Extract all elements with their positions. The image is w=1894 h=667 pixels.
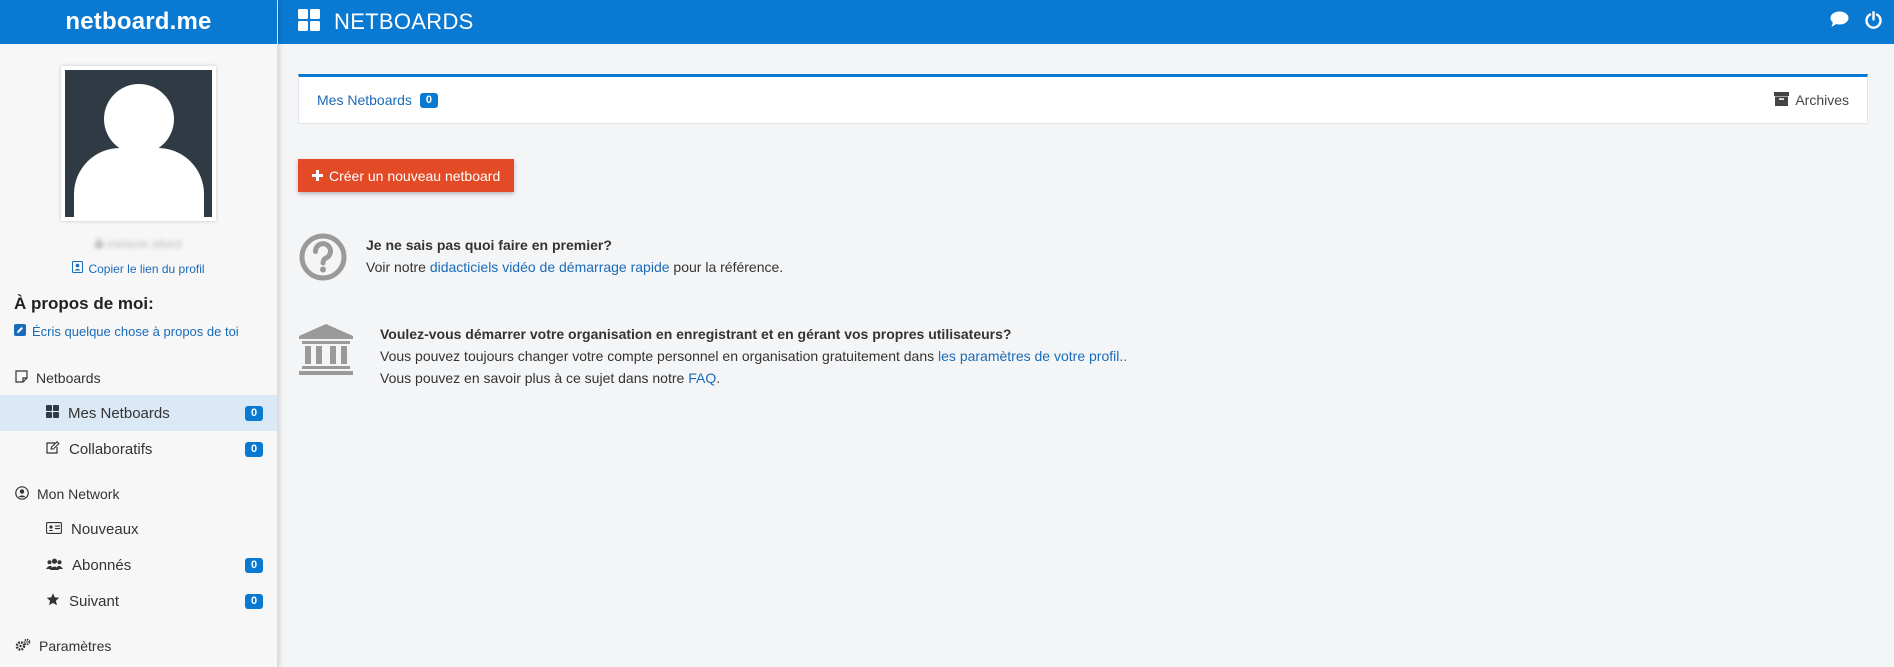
top-bar: NETBOARDS — [278, 0, 1894, 44]
sidebar-item-label: Suivant — [69, 592, 120, 610]
profile-settings-link[interactable]: les paramètres de votre profil.. — [938, 348, 1127, 364]
sidebar-item-label: Nouveaux — [71, 520, 139, 538]
sidebar-item-nouveaux[interactable]: Nouveaux — [0, 511, 277, 547]
nav-section-mon-network[interactable]: Mon Network — [0, 477, 277, 511]
faq-link[interactable]: FAQ — [688, 370, 716, 386]
tutorials-link[interactable]: didacticiels vidéo de démarrage rapide — [430, 259, 670, 275]
board-icon — [15, 370, 28, 386]
about-write-link[interactable]: Écris quelque chose à propos de toi — [14, 324, 277, 339]
gears-icon — [15, 638, 31, 655]
main-content: Mes Netboards 0 Archives Créer un nouvea… — [298, 74, 1868, 389]
user-circle-icon — [15, 485, 29, 503]
count-badge: 0 — [245, 441, 263, 457]
question-circle-icon — [298, 232, 348, 287]
page-title: NETBOARDS — [334, 9, 474, 34]
org-question: Voulez-vous démarrer votre organisation … — [380, 326, 1012, 342]
organization-block: Voulez-vous démarrer votre organisation … — [298, 321, 1868, 389]
star-icon — [46, 592, 60, 610]
sidebar-item-label: Abonnés — [72, 556, 132, 574]
institution-icon — [298, 323, 354, 380]
power-icon[interactable] — [1865, 10, 1882, 34]
users-icon — [46, 557, 63, 574]
tab-bar: Mes Netboards 0 Archives — [298, 74, 1868, 124]
profile-card-icon — [72, 261, 84, 276]
sidebar-item-label: Collaboratifs — [69, 440, 153, 458]
nav-section-netboards[interactable]: Netboards — [0, 361, 277, 395]
sidebar-item-mes-netboards[interactable]: Mes Netboards 0 — [0, 395, 277, 431]
username: melanie allard — [0, 237, 277, 251]
grid-icon — [46, 404, 59, 422]
about-title: À propos de moi: — [14, 294, 154, 313]
nav-section-parametres[interactable]: Paramètres — [0, 629, 277, 663]
count-badge: 0 — [245, 405, 263, 421]
count-badge: 0 — [245, 593, 263, 609]
tab-mes-netboards[interactable]: Mes Netboards 0 — [317, 92, 438, 108]
lock-icon — [95, 237, 104, 251]
default-user-icon — [65, 70, 212, 217]
sidebar: netboard.me melanie allard Copier le lie… — [0, 0, 278, 667]
grid-icon — [298, 8, 320, 36]
edit-square-icon — [46, 440, 60, 458]
id-card-icon — [46, 521, 62, 538]
sidebar-item-abonnes[interactable]: Abonnés 0 — [0, 547, 277, 583]
copy-profile-link[interactable]: Copier le lien du profil — [0, 261, 277, 276]
help-question: Je ne sais pas quoi faire en premier? — [366, 237, 612, 253]
count-badge: 0 — [245, 557, 263, 573]
sidebar-item-suivant[interactable]: Suivant 0 — [0, 583, 277, 619]
edit-icon — [14, 324, 26, 339]
sidebar-item-label: Mes Netboards — [68, 404, 170, 422]
chat-icon[interactable] — [1830, 11, 1849, 33]
archive-box-icon — [1774, 91, 1790, 109]
avatar[interactable] — [61, 66, 216, 221]
sidebar-item-collaboratifs[interactable]: Collaboratifs 0 — [0, 431, 277, 467]
plus-icon — [312, 168, 323, 184]
count-badge: 0 — [419, 92, 438, 108]
create-netboard-button[interactable]: Créer un nouveau netboard — [298, 159, 515, 192]
archives-button[interactable]: Archives — [1774, 91, 1849, 109]
brand-logo[interactable]: netboard.me — [0, 0, 277, 44]
help-block: Je ne sais pas quoi faire en premier? Vo… — [298, 232, 1868, 287]
